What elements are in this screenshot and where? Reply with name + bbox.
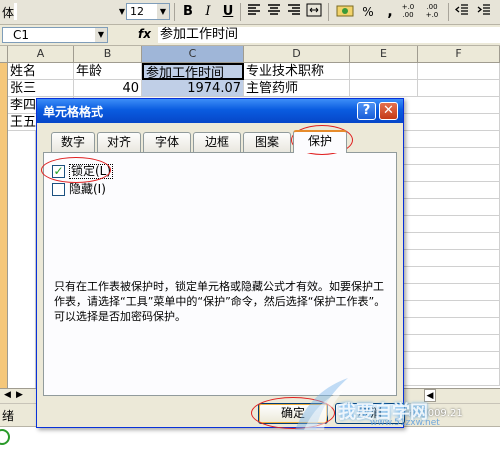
cell-f18[interactable] xyxy=(404,352,500,369)
name-box-value: C1 xyxy=(13,28,30,42)
cell-c1[interactable]: 参加工作时间 xyxy=(142,63,244,80)
cell-f10[interactable] xyxy=(404,216,500,233)
align-right-icon[interactable] xyxy=(286,3,302,21)
toolbar-separator xyxy=(448,3,449,21)
increase-decimal-button[interactable]: +.0 .00 xyxy=(400,3,416,21)
cell-f5[interactable] xyxy=(404,131,500,148)
annotation-circle-locked xyxy=(41,157,111,183)
row-header-strip[interactable] xyxy=(0,63,8,388)
tab-alignment[interactable]: 对齐 xyxy=(97,132,141,152)
font-size-value: 12 xyxy=(130,5,144,18)
decrease-indent-icon[interactable] xyxy=(454,3,470,21)
column-header-b[interactable]: B xyxy=(74,46,142,62)
formula-input[interactable]: 参加工作时间 xyxy=(158,27,500,43)
cell-a2[interactable]: 张三 xyxy=(8,80,74,97)
protection-description: 只有在工作表被保护时，锁定单元格或隐藏公式才有效。如要保护工作表，请选择“工具”… xyxy=(54,280,386,323)
font-size-combo[interactable]: 12 ▼ xyxy=(126,3,170,20)
toolbar-separator xyxy=(328,3,329,21)
increase-indent-icon[interactable] xyxy=(476,3,492,21)
cell-f16[interactable] xyxy=(404,318,500,335)
font-name-combo-end xyxy=(14,3,17,20)
status-ready-text: 绪 xyxy=(2,409,15,423)
cell-e1[interactable] xyxy=(350,63,418,80)
watermark-url: www.51zxw.net xyxy=(370,418,440,428)
protection-tab-panel: ✓ 锁定(L) 隐藏(I) 只有在工作表被保护时，锁定单元格或隐藏公式才有效。如… xyxy=(43,152,397,396)
close-button[interactable]: ✕ xyxy=(379,102,398,120)
hidden-checkbox[interactable] xyxy=(52,183,65,196)
cell-f2[interactable] xyxy=(418,80,500,97)
hidden-label[interactable]: 隐藏(I) xyxy=(69,183,106,196)
help-button[interactable]: ? xyxy=(357,102,376,120)
dialog-title-bar[interactable]: 单元格格式 ? ✕ xyxy=(37,99,403,123)
tab-number[interactable]: 数字 xyxy=(51,132,95,152)
formula-bar: C1 ▼ fx 参加工作时间 xyxy=(0,25,500,46)
cells-column-a-below[interactable] xyxy=(8,131,36,388)
cell-f9[interactable] xyxy=(404,199,500,216)
merge-center-icon[interactable] xyxy=(306,3,322,21)
cell-f12[interactable] xyxy=(404,250,500,267)
underline-button[interactable]: U xyxy=(220,3,236,21)
align-left-icon[interactable] xyxy=(246,3,262,21)
cell-f15[interactable] xyxy=(404,301,500,318)
italic-button[interactable]: I xyxy=(200,3,216,21)
cell-f17[interactable] xyxy=(404,335,500,352)
cell-f13[interactable] xyxy=(404,267,500,284)
cell-b2[interactable]: 40 xyxy=(74,80,142,97)
toolbar-separator xyxy=(174,3,175,21)
column-header-a[interactable]: A xyxy=(8,46,74,62)
cell-e2[interactable] xyxy=(350,80,418,97)
tab-font[interactable]: 字体 xyxy=(143,132,191,152)
bold-button[interactable]: B xyxy=(180,3,196,21)
align-center-icon[interactable] xyxy=(266,3,282,21)
column-headers: A B C D E F xyxy=(0,46,500,63)
cell-f6[interactable] xyxy=(404,148,500,165)
column-header-e[interactable]: E xyxy=(350,46,418,62)
tab-patterns[interactable]: 图案 xyxy=(243,132,291,152)
dialog-title: 单元格格式 xyxy=(43,105,104,119)
font-name-partial[interactable]: 体 xyxy=(2,4,14,21)
cell-f3[interactable] xyxy=(404,97,500,114)
cell-d1[interactable]: 专业技术职称 xyxy=(244,63,350,80)
toolbar-separator xyxy=(240,3,241,21)
cell-f14[interactable] xyxy=(404,284,500,301)
percent-button[interactable]: % xyxy=(360,3,376,21)
cell-f1[interactable] xyxy=(418,63,500,80)
cell-f11[interactable] xyxy=(404,233,500,250)
column-header-d[interactable]: D xyxy=(244,46,350,62)
tab-protection[interactable]: 保护 xyxy=(293,130,347,153)
green-circle-icon[interactable] xyxy=(0,429,10,445)
formatting-toolbar: 体 ▼ 12 ▼ B I U % , +.0 .00 .00 +.0 xyxy=(0,0,500,25)
column-header-c[interactable]: C xyxy=(142,46,244,62)
currency-icon[interactable] xyxy=(336,3,354,21)
cell-f8[interactable] xyxy=(404,182,500,199)
site-watermark: 我要自学网 www.51zxw.net xyxy=(290,376,500,432)
font-size-dropdown-icon[interactable]: ▼ xyxy=(157,4,169,19)
cell-b1[interactable]: 年龄 xyxy=(74,63,142,80)
decrease-decimal-button[interactable]: .00 +.0 xyxy=(424,3,440,21)
cell-f7[interactable] xyxy=(404,165,500,182)
name-box[interactable]: C1 ▼ xyxy=(2,27,108,43)
cell-a1[interactable]: 姓名 xyxy=(8,63,74,80)
name-box-dropdown-icon[interactable]: ▼ xyxy=(95,28,107,42)
comma-style-button[interactable]: , xyxy=(382,3,398,21)
first-sheet-arrow-icon[interactable]: ◀ xyxy=(4,390,11,400)
tab-border[interactable]: 边框 xyxy=(193,132,241,152)
column-header-f[interactable]: F xyxy=(418,46,500,62)
select-all-corner[interactable] xyxy=(0,46,8,62)
insert-function-icon[interactable]: fx xyxy=(138,27,151,41)
cell-d2[interactable]: 主管药师 xyxy=(244,80,350,97)
prev-sheet-arrow-icon[interactable]: ▶ xyxy=(16,390,23,400)
cell-c2[interactable]: 1974.07 xyxy=(142,80,244,97)
cell-f4[interactable] xyxy=(404,114,500,131)
